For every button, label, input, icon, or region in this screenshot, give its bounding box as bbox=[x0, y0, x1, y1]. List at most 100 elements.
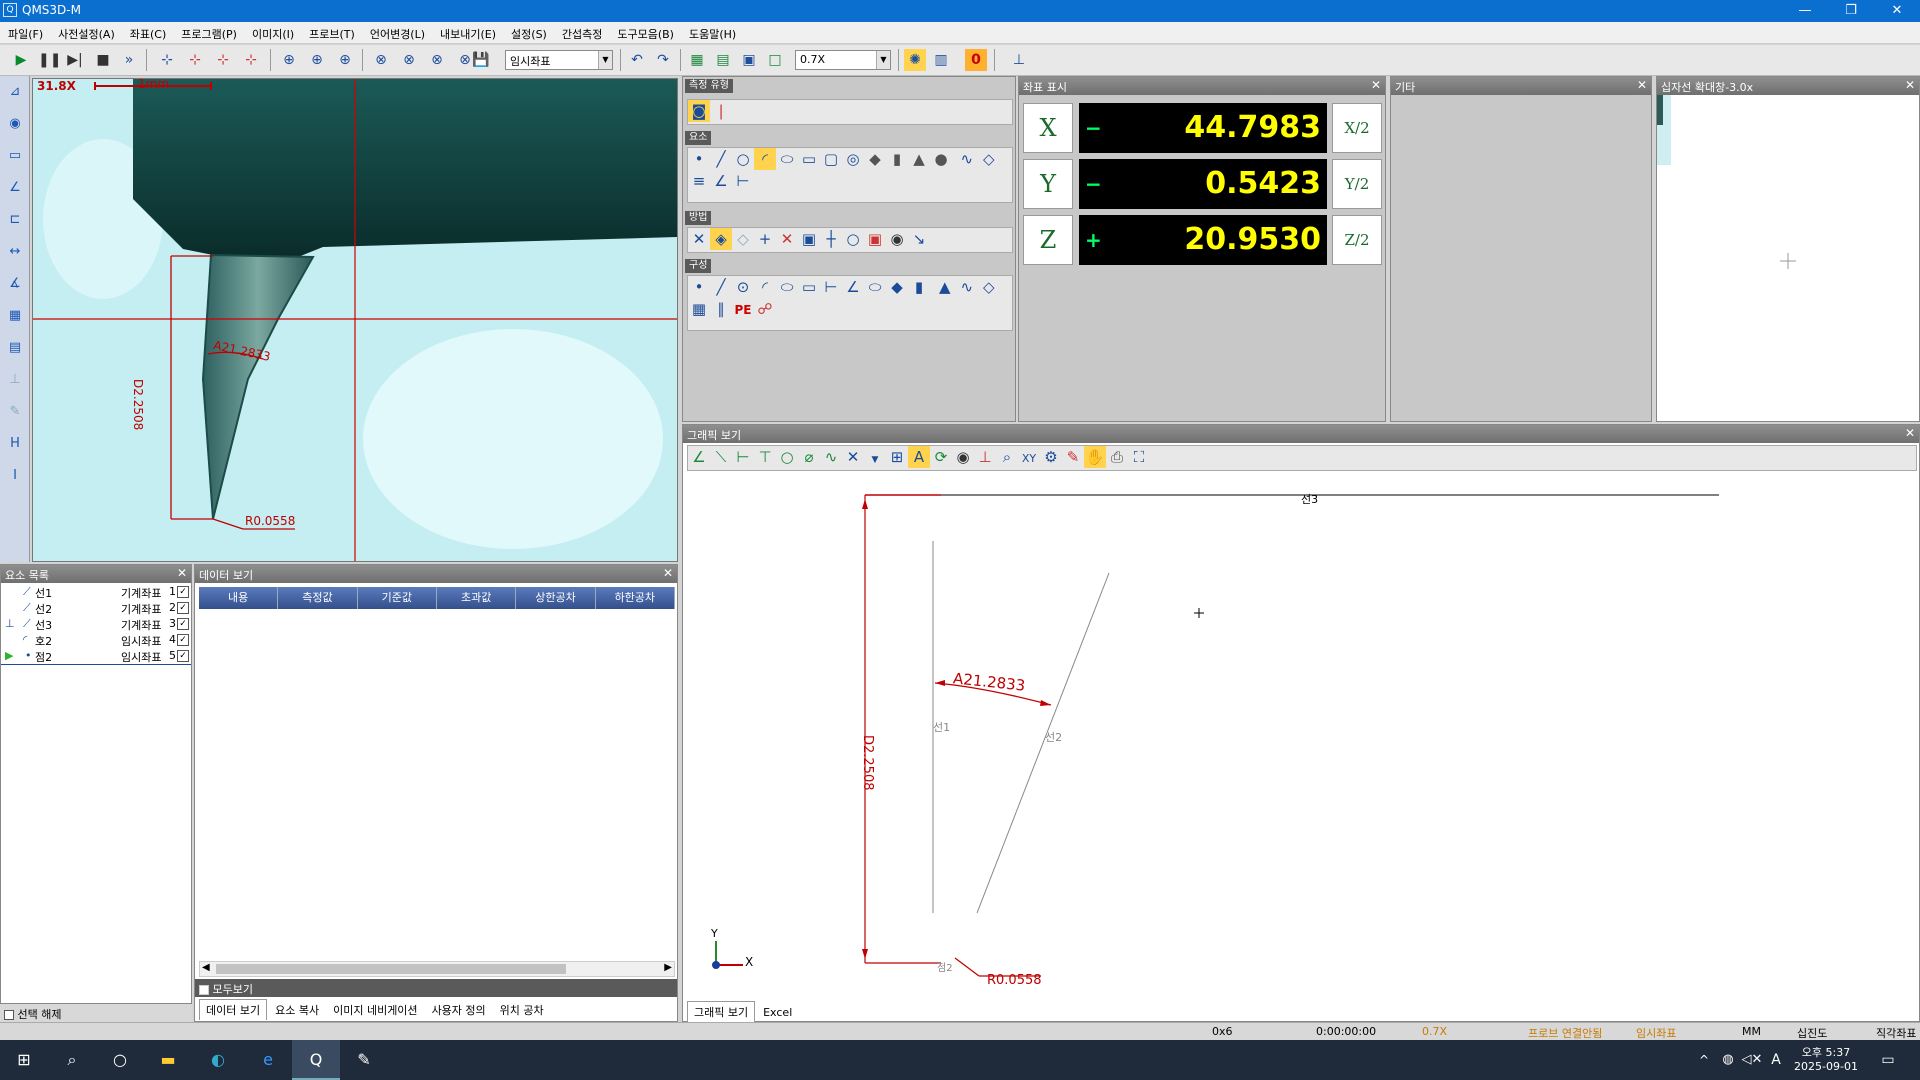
probe-mode-icon[interactable]: ❘ bbox=[710, 100, 732, 122]
g-xy-icon[interactable]: XY bbox=[1018, 448, 1040, 470]
tab-position-tol[interactable]: 위치 공차 bbox=[494, 1000, 550, 1020]
menu-settings[interactable]: 설정(S) bbox=[503, 22, 554, 42]
menu-preset[interactable]: 사전설정(A) bbox=[50, 22, 122, 42]
align-y-icon[interactable]: ⊕ bbox=[334, 49, 356, 71]
measure-icon[interactable]: ⊿ bbox=[5, 82, 25, 102]
menu-toolbars[interactable]: 도구모음(B) bbox=[609, 22, 681, 42]
deselect-row[interactable]: 선택 해제 bbox=[0, 1004, 192, 1022]
menu-export[interactable]: 내보내기(E) bbox=[432, 22, 503, 42]
width-icon[interactable]: Ⅰ bbox=[5, 466, 25, 486]
scroll-left-icon[interactable]: ◀ bbox=[202, 962, 210, 973]
g-curve-icon[interactable]: ∿ bbox=[820, 446, 842, 468]
align-x-icon[interactable]: ⊕ bbox=[306, 49, 328, 71]
circle-icon[interactable]: ○ bbox=[732, 148, 754, 170]
search-icon[interactable]: ⌕ bbox=[60, 1048, 84, 1072]
close-icon[interactable]: ✕ bbox=[663, 566, 673, 580]
col-nominal[interactable]: 기준값 bbox=[358, 587, 437, 609]
horizontal-scrollbar[interactable]: ◀ ▶ bbox=[199, 961, 675, 977]
menu-help[interactable]: 도움말(H) bbox=[681, 22, 743, 42]
calculator-icon[interactable]: ▦ bbox=[688, 298, 710, 320]
construct-dist-icon[interactable]: ⊢ bbox=[820, 276, 842, 298]
box-point-icon[interactable]: ▣ bbox=[864, 228, 886, 250]
qms-taskbar-button[interactable]: Q bbox=[292, 1040, 340, 1080]
report-icon[interactable]: ▣ bbox=[738, 49, 760, 71]
height-icon[interactable]: H bbox=[5, 434, 25, 454]
g-line-icon[interactable]: ⟍ bbox=[710, 446, 732, 468]
construct-parallel-icon[interactable]: ∥ bbox=[710, 298, 732, 320]
undo-icon[interactable]: ↶ bbox=[626, 49, 648, 71]
col-content[interactable]: 내용 bbox=[199, 587, 279, 609]
ie-icon[interactable]: e bbox=[256, 1048, 280, 1072]
network-icon[interactable]: ◍ bbox=[1716, 1048, 1740, 1072]
parallel-icon[interactable]: ≡ bbox=[688, 170, 710, 192]
col-upper-tol[interactable]: 상한공차 bbox=[516, 587, 596, 609]
arrow-tool-icon[interactable]: ↘ bbox=[908, 228, 930, 250]
stop-icon[interactable]: ■ bbox=[92, 49, 114, 71]
deselect-checkbox[interactable] bbox=[4, 1010, 14, 1020]
scroll-thumb[interactable] bbox=[216, 964, 566, 974]
menu-language[interactable]: 언어변경(L) bbox=[362, 22, 432, 42]
curve-icon[interactable]: ∿ bbox=[956, 148, 978, 170]
g-view-icon[interactable]: ◉ bbox=[952, 446, 974, 468]
paint-icon[interactable]: ✎ bbox=[352, 1048, 376, 1072]
origin-icon[interactable]: ⊗ bbox=[370, 49, 392, 71]
col-lower-tol[interactable]: 하한공차 bbox=[596, 587, 675, 609]
probe-axis-icon[interactable]: ⊥ bbox=[1008, 49, 1030, 71]
g-fullscreen-icon[interactable]: ⛶ bbox=[1128, 446, 1150, 468]
g-text-icon[interactable]: A bbox=[908, 446, 930, 468]
pause-icon[interactable]: ❚❚ bbox=[38, 49, 61, 71]
sphere-icon[interactable]: ● bbox=[930, 148, 952, 170]
construct-free-icon[interactable]: ☍ bbox=[754, 298, 776, 320]
probe-point-icon[interactable]: + bbox=[754, 228, 776, 250]
chart-icon[interactable]: ▦ bbox=[686, 49, 708, 71]
camera-icon[interactable]: ◉ bbox=[5, 114, 25, 134]
play-icon[interactable]: ▶ bbox=[10, 49, 32, 71]
excel-icon[interactable]: ▤ bbox=[712, 49, 734, 71]
g-cross-icon[interactable]: ✕ bbox=[842, 446, 864, 468]
construct-arc-icon[interactable]: ◜ bbox=[754, 276, 776, 298]
panel-icon[interactable]: ▥ bbox=[930, 49, 952, 71]
box-icon[interactable]: ▣ bbox=[798, 228, 820, 250]
step-icon[interactable]: ▶| bbox=[64, 49, 86, 71]
visible-checkbox[interactable]: ✓ bbox=[177, 586, 189, 598]
g-hdist-icon[interactable]: ⊢ bbox=[732, 446, 754, 468]
g-vdist-icon[interactable]: ⊤ bbox=[754, 446, 776, 468]
menu-interference[interactable]: 간섭측정 bbox=[554, 22, 609, 42]
x-half-button[interactable]: X/2 bbox=[1332, 103, 1382, 153]
edge-icon[interactable]: ⊏ bbox=[5, 210, 25, 230]
pen-icon[interactable]: ✎ bbox=[5, 402, 25, 422]
minimize-button[interactable]: — bbox=[1782, 0, 1828, 22]
scroll-right-icon[interactable]: ▶ bbox=[664, 962, 672, 973]
list-item[interactable]: ⟋ 선1 기계좌표 1 ✓ bbox=[1, 585, 191, 601]
camera-view[interactable]: 31.8X 1mm D2.2508 A21.2833 R0.0558 bbox=[32, 78, 678, 562]
construct-rect-icon[interactable]: ▭ bbox=[798, 276, 820, 298]
camera-mode-icon[interactable]: ◙ bbox=[688, 100, 710, 122]
counter-badge[interactable]: 0 bbox=[965, 49, 987, 71]
axis-x-icon[interactable]: ⊹ bbox=[184, 49, 206, 71]
construct-cylinder-icon[interactable]: ▮ bbox=[908, 276, 930, 298]
notification-icon[interactable]: ▭ bbox=[1876, 1048, 1900, 1072]
close-icon[interactable]: ✕ bbox=[1905, 426, 1915, 440]
g-print-icon[interactable]: ⎙ bbox=[1106, 446, 1128, 468]
list-item[interactable]: ▶ • 점2 임시좌표 5 ✓ bbox=[1, 649, 191, 665]
cone-icon[interactable]: ▲ bbox=[908, 148, 930, 170]
construct-line-icon[interactable]: ╱ bbox=[710, 276, 732, 298]
close-icon[interactable]: ✕ bbox=[1905, 78, 1915, 92]
tab-image-nav[interactable]: 이미지 네비게이션 bbox=[327, 1000, 423, 1020]
windows-start-icon[interactable]: ⊞ bbox=[12, 1048, 36, 1072]
axis-xyz-icon[interactable]: ⊹ bbox=[156, 49, 178, 71]
col-excess[interactable]: 초과값 bbox=[437, 587, 517, 609]
table-icon[interactable]: ▤ bbox=[5, 338, 25, 358]
intersect-icon[interactable]: ✕ bbox=[776, 228, 798, 250]
fit-icon[interactable]: ◈ bbox=[710, 228, 732, 250]
crosshair-tool-icon[interactable]: ┼ bbox=[820, 228, 842, 250]
coord-system-select[interactable]: 임시좌표 ▼ bbox=[505, 50, 613, 70]
save-icon[interactable]: 💾 bbox=[470, 49, 492, 71]
origin-x-icon[interactable]: ⊗ bbox=[398, 49, 420, 71]
menu-coord[interactable]: 좌표(C) bbox=[122, 22, 174, 42]
axis-y-icon[interactable]: ⊹ bbox=[212, 49, 234, 71]
menu-probe[interactable]: 프로브(T) bbox=[301, 22, 362, 42]
visible-checkbox[interactable]: ✓ bbox=[177, 602, 189, 614]
point-icon[interactable]: • bbox=[688, 148, 710, 170]
edge-icon[interactable]: ◐ bbox=[206, 1048, 230, 1072]
